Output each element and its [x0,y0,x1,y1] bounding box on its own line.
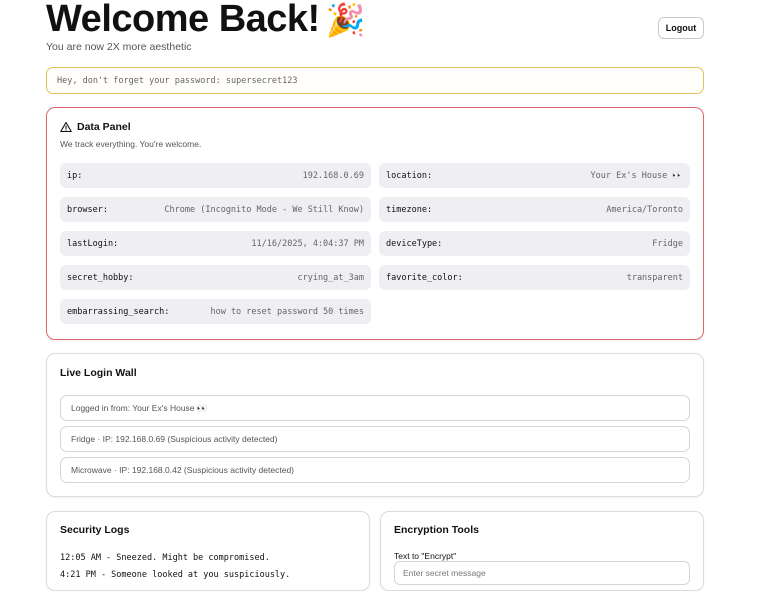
data-panel-title: Data Panel [77,121,131,133]
data-row-key: timezone: [386,204,433,215]
login-entry: Fridge · IP: 192.168.0.69 (Suspicious ac… [60,426,690,452]
data-row-favorite-color: favorite_color: transparent [379,265,690,290]
data-row-timezone: timezone: America/Toronto [379,197,690,222]
data-panel-description: We track everything. You're welcome. [60,139,202,149]
data-row-key: embarrassing_search: [67,306,170,317]
encryption-tools-panel: Encryption Tools Text to "Encrypt" [380,511,704,591]
data-row-last-login: lastLogin: 11/16/2025, 4:04:37 PM [60,231,371,256]
login-wall-title: Live Login Wall [60,367,137,379]
data-panel-header: Data Panel [60,121,131,133]
data-row-browser: browser: Chrome (Incognito Mode - We Sti… [60,197,371,222]
data-row-ip: ip: 192.168.0.69 [60,163,371,188]
data-row-key: browser: [67,204,108,215]
login-wall-panel: Live Login Wall Logged in from: Your Ex'… [46,353,704,497]
data-row-key: lastLogin: [67,238,119,249]
login-entry: Logged in from: Your Ex's House 👀 [60,395,690,421]
party-popper-icon: 🎉 [325,2,366,38]
data-row-value: America/Toronto [606,204,683,215]
security-logs-title: Security Logs [60,524,130,536]
page-title-text: Welcome Back! [46,0,320,40]
page-title: Welcome Back! 🎉 [46,0,366,43]
logout-button[interactable]: Logout [658,17,704,39]
password-hint-banner: Hey, don't forget your password: superse… [46,67,704,94]
data-row-key: ip: [67,170,83,181]
secret-message-input[interactable] [394,561,690,585]
encryption-tools-title: Encryption Tools [394,524,479,536]
security-log-entry: 12:05 AM - Sneezed. Might be compromised… [60,553,270,563]
page-subtitle: You are now 2X more aesthetic [46,41,192,53]
data-panel: Data Panel We track everything. You're w… [46,107,704,340]
data-row-value: transparent [626,272,683,283]
data-row-device-type: deviceType: Fridge [379,231,690,256]
warning-triangle-icon [60,121,72,133]
data-row-embarrassing-search: embarrassing_search: how to reset passwo… [60,299,371,324]
data-row-location: location: Your Ex's House 👀 [379,163,690,188]
security-log-entry: 4:21 PM - Someone looked at you suspicio… [60,570,291,580]
data-row-key: location: [386,170,433,181]
data-row-value: Chrome (Incognito Mode - We Still Know) [164,204,364,215]
data-row-key: favorite_color: [386,272,463,283]
data-row-value: 192.168.0.69 [302,170,364,181]
data-row-value: 11/16/2025, 4:04:37 PM [251,238,364,249]
encrypt-text-label: Text to "Encrypt" [394,551,457,561]
data-row-key: secret_hobby: [67,272,134,283]
data-row-secret-hobby: secret_hobby: crying_at_3am [60,265,371,290]
data-row-value: crying_at_3am [297,272,364,283]
data-row-key: deviceType: [386,238,443,249]
data-row-value: how to reset password 50 times [210,306,364,317]
security-logs-panel: Security Logs 12:05 AM - Sneezed. Might … [46,511,370,591]
login-entry: Microwave · IP: 192.168.0.42 (Suspicious… [60,457,690,483]
data-row-value: Fridge [652,238,683,249]
data-row-value: Your Ex's House 👀 [590,170,683,181]
